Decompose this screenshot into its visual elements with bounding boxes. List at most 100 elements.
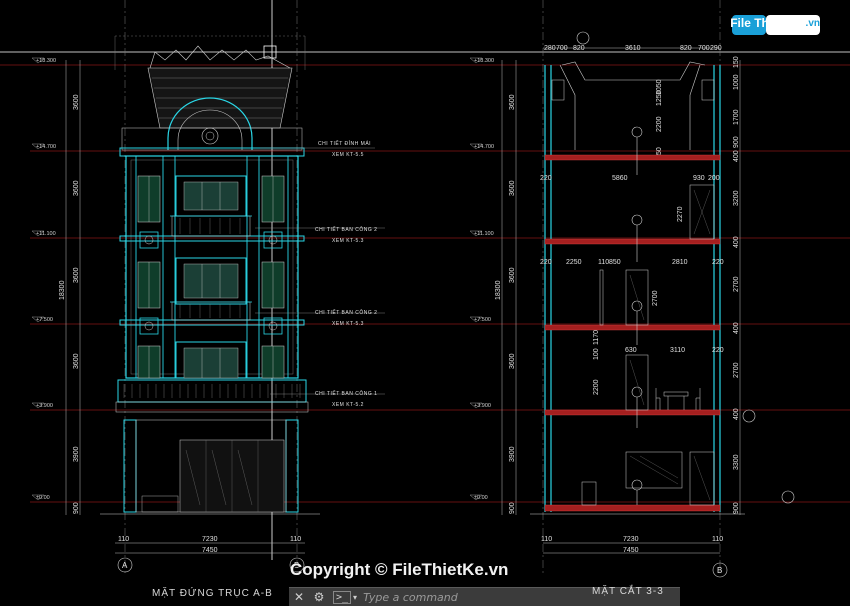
dim-top: 820 <box>573 45 585 52</box>
svg-text:220: 220 <box>540 259 552 266</box>
level-label: +14.700 <box>36 144 56 150</box>
dim-top: 280 <box>544 45 556 52</box>
section-right-dims: 150 1000 1700 900 400 3200 400 2700 400 … <box>733 56 795 515</box>
section-title: MẶT CẮT 3-3 <box>592 586 664 597</box>
callout-ref: XEM KT-5.5 <box>332 152 364 158</box>
svg-text:50: 50 <box>656 147 663 155</box>
level-label: +18.300 <box>36 58 56 64</box>
svg-text:900: 900 <box>733 502 740 514</box>
svg-text:2200: 2200 <box>593 379 600 395</box>
dim-width: 7230 <box>202 536 218 543</box>
dim-width: 110 <box>118 536 129 543</box>
svg-text:7450: 7450 <box>623 547 639 554</box>
settings-icon[interactable]: ⚙ <box>309 588 329 606</box>
level-label: +11.100 <box>474 231 494 237</box>
svg-text:1170: 1170 <box>593 330 600 345</box>
section-interior-dims: 220 5860 930 200 220 2250 110 850 2810 2… <box>540 79 724 395</box>
dim-total-height: 18300 <box>495 280 502 300</box>
callout-ref: XEM KT-5.2 <box>332 402 364 408</box>
svg-text:1700: 1700 <box>733 109 740 125</box>
level-label: +11.100 <box>36 231 56 237</box>
svg-text:110: 110 <box>541 536 552 543</box>
facade-elevation <box>100 45 320 515</box>
command-prompt[interactable]: >_ ▾ <box>329 588 584 606</box>
svg-text:400: 400 <box>733 408 740 420</box>
dim-top: 700 <box>698 45 710 52</box>
svg-text:2700: 2700 <box>652 290 659 306</box>
svg-text:850: 850 <box>609 259 621 266</box>
command-input[interactable] <box>359 589 584 605</box>
section-level-markers: +18.300 +14.700 +11.100 +7.500 +3.900 ±0… <box>469 57 494 501</box>
svg-text:220: 220 <box>540 175 552 182</box>
svg-text:930: 930 <box>693 175 705 182</box>
svg-text:1250: 1250 <box>656 90 663 106</box>
svg-text:1000: 1000 <box>733 74 740 90</box>
dim-height: 3600 <box>73 267 80 283</box>
svg-text:220: 220 <box>712 347 724 354</box>
dim-total-height: 18300 <box>59 280 66 300</box>
svg-text:630: 630 <box>625 347 637 354</box>
grid-bubble-label: A <box>122 561 128 570</box>
cad-drawing-canvas[interactable]: +18.300 +14.700 +11.100 +7.500 +3.900 ±0… <box>0 0 850 605</box>
dim-top: 3610 <box>625 45 641 52</box>
dim-height: 3600 <box>509 94 516 110</box>
svg-text:3200: 3200 <box>733 190 740 206</box>
callout-title: CHI TIẾT BAN CÔNG 2 <box>315 309 377 316</box>
level-label: +14.700 <box>474 144 494 150</box>
dim-top: 820 <box>680 45 692 52</box>
building-section: 280 700 820 3610 820 700 290 220 5860 93… <box>530 31 745 515</box>
level-label: +3.900 <box>474 403 491 409</box>
level-label: ±0.00 <box>36 495 50 501</box>
prompt-icon: >_ <box>333 590 352 604</box>
svg-text:7230: 7230 <box>623 536 639 543</box>
svg-text:2270: 2270 <box>677 206 684 222</box>
dim-top: 700 <box>556 45 568 52</box>
elevation-dim-chain: 3600 3600 3600 3600 3900 900 18300 <box>59 60 81 515</box>
elevation-bottom-dims: 110 7230 110 7450 A B MẶT ĐỨNG TRỤC A-B <box>115 536 305 599</box>
svg-text:220: 220 <box>712 259 724 266</box>
svg-text:100: 100 <box>593 348 600 360</box>
level-label: +3.900 <box>36 403 53 409</box>
level-label: +7.500 <box>36 317 53 323</box>
callout-ref: XEM KT-5.3 <box>332 321 364 327</box>
dim-height: 3600 <box>509 267 516 283</box>
level-label: +18.300 <box>474 58 494 64</box>
svg-text:110: 110 <box>712 536 723 543</box>
svg-text:3110: 3110 <box>670 347 685 354</box>
level-lines <box>0 64 850 503</box>
callout-title: CHI TIẾT BAN CÔNG 1 <box>315 390 377 397</box>
svg-text:400: 400 <box>733 236 740 248</box>
callout-title: CHI TIẾT ĐỈNH MÁI <box>318 140 371 147</box>
grid-bubble-label: B <box>717 566 722 575</box>
dim-height: 900 <box>73 502 80 514</box>
svg-text:2250: 2250 <box>566 259 582 266</box>
dim-height: 3900 <box>73 446 80 462</box>
dim-height: 3900 <box>509 446 516 462</box>
svg-text:2700: 2700 <box>733 276 740 292</box>
chevron-down-icon[interactable]: ▾ <box>351 593 359 602</box>
svg-text:5860: 5860 <box>612 175 628 182</box>
dim-top: 290 <box>710 45 722 52</box>
elevation-title: MẶT ĐỨNG TRỤC A-B <box>152 586 273 599</box>
svg-text:400: 400 <box>733 150 740 162</box>
svg-text:2200: 2200 <box>656 116 663 132</box>
svg-text:200: 200 <box>708 175 720 182</box>
dim-height: 900 <box>509 502 516 514</box>
dim-height: 3600 <box>73 353 80 369</box>
grid-bubble-label: B <box>294 561 299 570</box>
svg-text:900: 900 <box>733 136 740 148</box>
filethietke-logo <box>732 15 820 35</box>
svg-text:2810: 2810 <box>672 259 688 266</box>
callout-ref: XEM KT-5.3 <box>332 238 364 244</box>
dim-height: 3600 <box>73 94 80 110</box>
elevation-level-markers: +18.300 +14.700 +11.100 +7.500 +3.900 ±0… <box>31 57 56 501</box>
callout-title: CHI TIẾT BAN CÔNG 2 <box>315 226 377 233</box>
section-bottom-dims: 110 7230 110 7450 B <box>541 536 728 578</box>
dim-height: 3600 <box>509 180 516 196</box>
dim-total-width: 7450 <box>202 547 218 554</box>
close-icon[interactable]: ✕ <box>289 588 309 606</box>
dim-height: 3600 <box>509 353 516 369</box>
svg-text:2700: 2700 <box>733 362 740 378</box>
level-label: +7.500 <box>474 317 491 323</box>
dim-width: 110 <box>290 536 301 543</box>
